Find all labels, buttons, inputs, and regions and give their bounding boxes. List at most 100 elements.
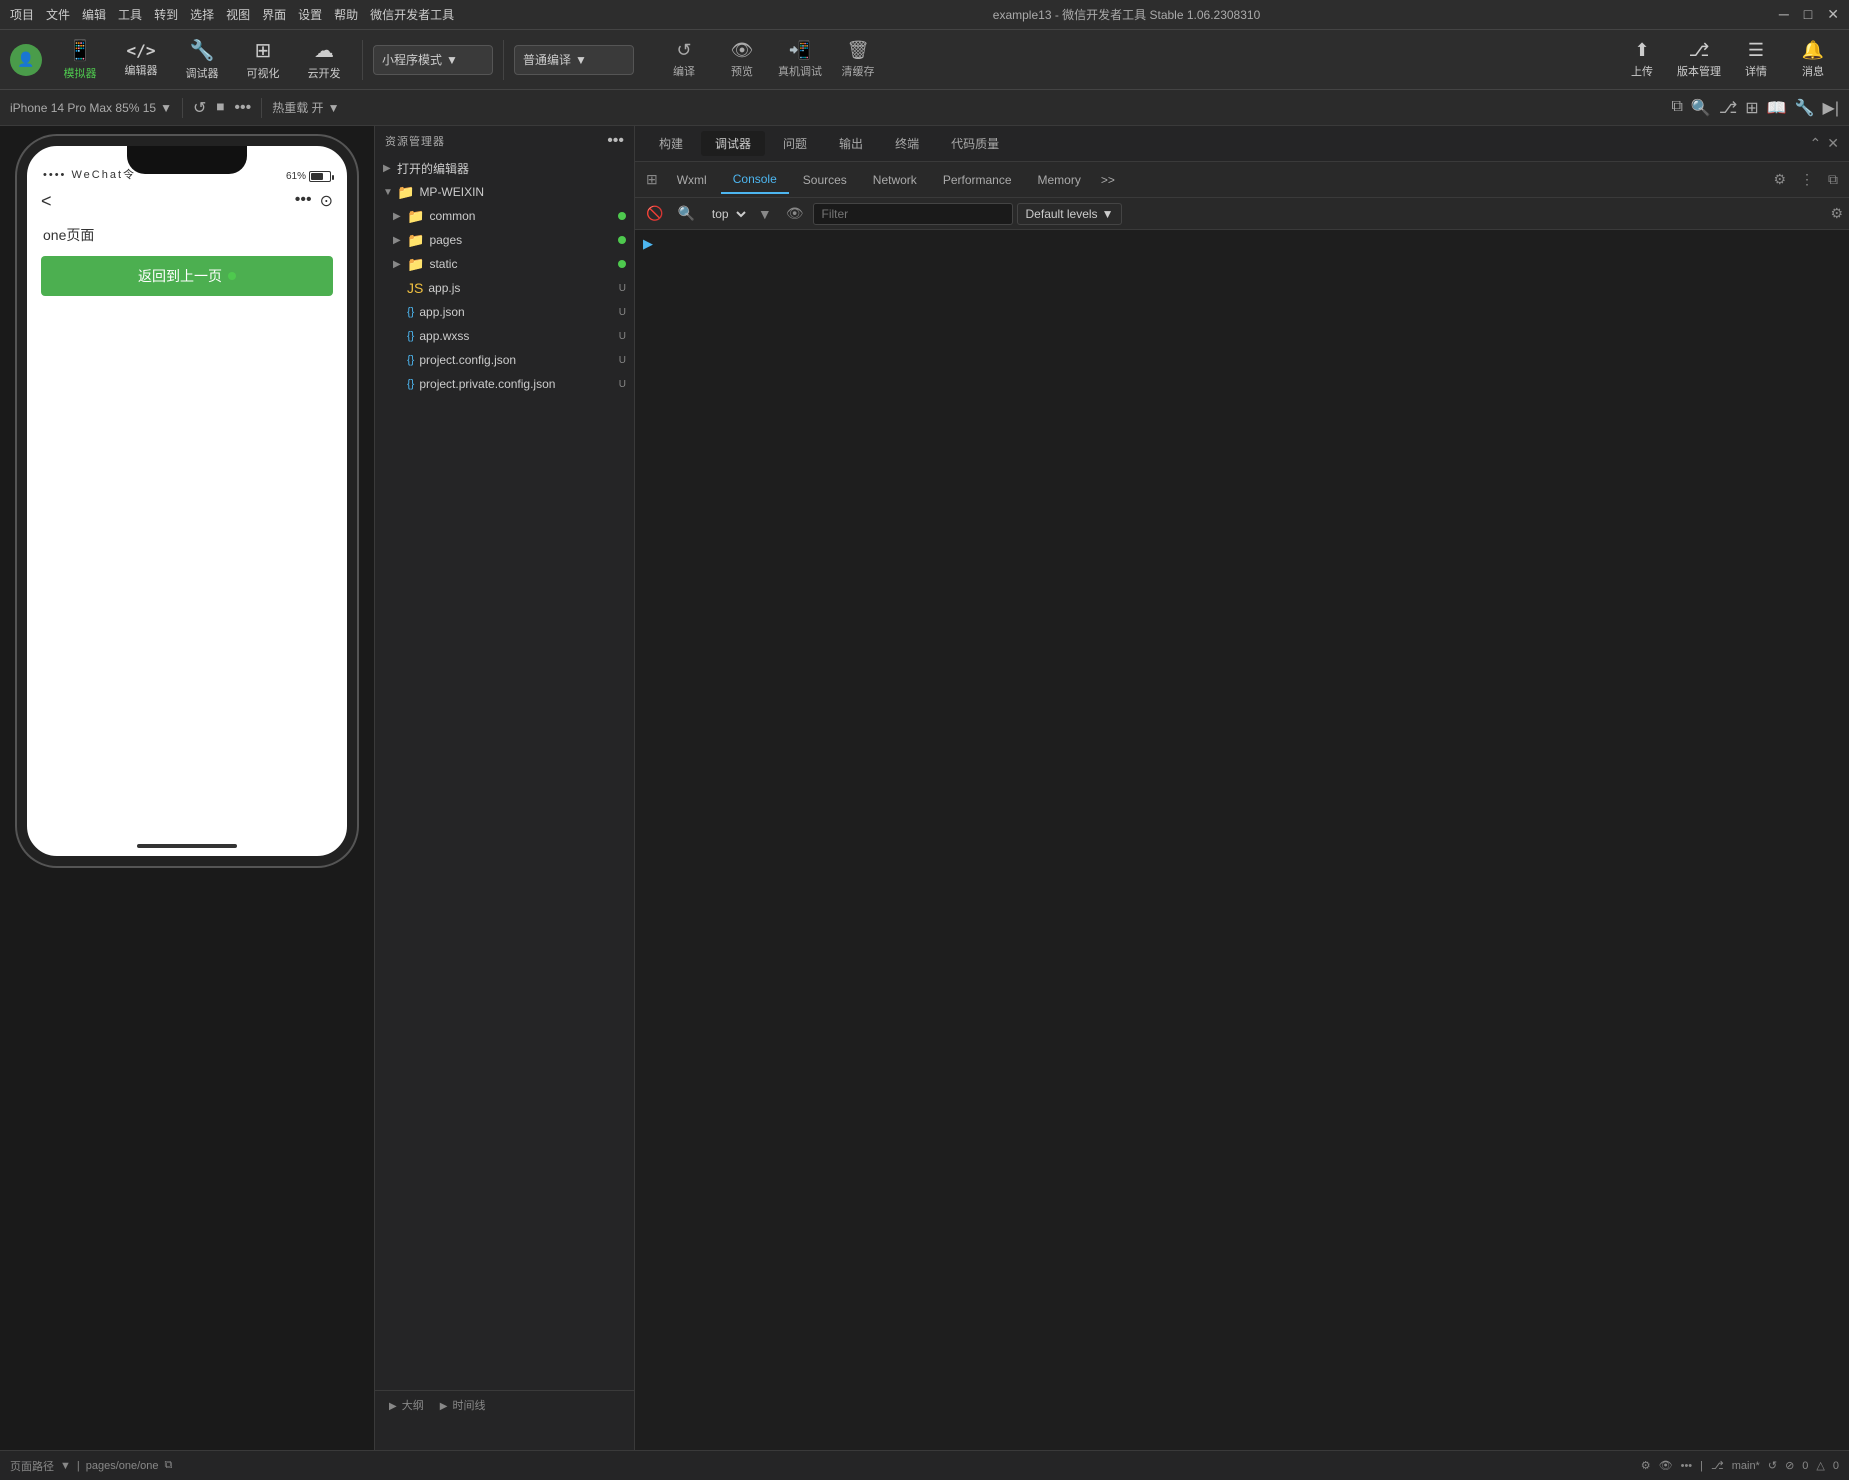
devtools-tab-memory[interactable]: Memory (1026, 166, 1093, 194)
editor-button[interactable]: </> 编辑器 (113, 33, 169, 87)
version-manage-button[interactable]: ⎇ 版本管理 (1673, 35, 1725, 85)
devtools-customize-icon[interactable]: ⋮ (1795, 168, 1819, 191)
hotreload-selector[interactable]: 热重载 开 ▼ (272, 99, 339, 116)
console-clear-icon[interactable]: 🚫 (641, 203, 668, 224)
app-js-file[interactable]: ▶ JS app.js U (375, 276, 634, 300)
debug-tab-output[interactable]: 输出 (825, 131, 877, 156)
explorer-menu-icon[interactable]: ••• (607, 132, 624, 150)
timeline-tab[interactable]: ▶ 时间线 (434, 1395, 492, 1415)
cloud-button[interactable]: ☁ 云开发 (296, 33, 352, 87)
mode-select[interactable]: 小程序模式 ▼ (373, 45, 493, 75)
console-filter-input[interactable] (813, 203, 1013, 225)
open-editors-section[interactable]: ▶ 打开的编辑器 (375, 156, 634, 180)
menu-ui[interactable]: 界面 (262, 6, 286, 23)
menu-view[interactable]: 视图 (226, 6, 250, 23)
tools-icon[interactable]: 🔧 (1795, 98, 1815, 118)
eye-visibility-icon[interactable]: 👁 (1659, 1459, 1673, 1472)
menu-edit[interactable]: 编辑 (82, 6, 106, 23)
menu-file[interactable]: 文件 (46, 6, 70, 23)
context-dropdown[interactable]: top (704, 204, 749, 224)
phone-more-icon[interactable]: ••• (295, 191, 312, 211)
window-controls[interactable]: ─ □ ✕ (1779, 6, 1839, 23)
subtitle-reload-icon[interactable]: ↺ (193, 98, 206, 118)
mode-arrow-icon: ▼ (446, 53, 458, 67)
console-prompt[interactable]: ▶ (643, 236, 653, 251)
outline-tab[interactable]: ▶ 大纲 (383, 1395, 430, 1415)
compile-button[interactable]: ↺ 编译 (659, 40, 709, 79)
project-config-file[interactable]: ▶ {} project.config.json U (375, 348, 634, 372)
search-icon[interactable]: 🔍 (1691, 98, 1711, 118)
static-folder[interactable]: ▶ 📁 static (375, 252, 634, 276)
common-folder[interactable]: ▶ 📁 common (375, 204, 634, 228)
devtools-dock-icon[interactable]: ⊞ (641, 168, 663, 191)
copy-path-icon[interactable]: ⧉ (165, 1459, 173, 1472)
right-arrow-icon[interactable]: ▶| (1823, 98, 1839, 118)
minimize-button[interactable]: ─ (1779, 6, 1789, 23)
log-levels-dropdown[interactable]: Default levels ▼ (1017, 203, 1123, 225)
app-json-file[interactable]: ▶ {} app.json U (375, 300, 634, 324)
branch-icon[interactable]: ⎇ (1719, 98, 1737, 118)
debugger-button[interactable]: 🔧 调试器 (174, 33, 230, 87)
menu-wechat-devtools[interactable]: 微信开发者工具 (370, 6, 454, 23)
devtools-tab-network[interactable]: Network (861, 166, 929, 194)
real-device-button[interactable]: 📲 真机调试 (775, 40, 825, 79)
console-settings-icon[interactable]: ⚙ (1830, 205, 1843, 222)
eye-icon[interactable]: 👁 (781, 203, 809, 224)
debug-tab-problems[interactable]: 问题 (769, 131, 821, 156)
root-folder-icon: 📁 (397, 184, 414, 201)
messages-button[interactable]: 🔔 消息 (1787, 35, 1839, 85)
debug-tab-terminal[interactable]: 终端 (881, 131, 933, 156)
devtools-tab-console[interactable]: Console (721, 166, 789, 194)
mode-label: 小程序模式 (382, 51, 442, 68)
console-filter-icon[interactable]: 🔍 (672, 203, 699, 224)
menu-tool[interactable]: 工具 (118, 6, 142, 23)
context-arrow-icon[interactable]: ▼ (753, 204, 777, 224)
root-folder[interactable]: ▼ 📁 MP-WEIXIN (375, 180, 634, 204)
devtools-detach-icon[interactable]: ⧉ (1823, 168, 1843, 191)
settings-icon[interactable]: ⚙ (1641, 1459, 1651, 1472)
simulator-panel: •••• WeChat令 61% < ••• ⊙ one页面 (0, 126, 375, 1450)
phone-back-icon[interactable]: < (41, 191, 52, 212)
app-wxss-file[interactable]: ▶ {} app.wxss U (375, 324, 634, 348)
pages-folder[interactable]: ▶ 📁 pages (375, 228, 634, 252)
bottom-more-icon[interactable]: ••• (1681, 1460, 1693, 1472)
debug-close-icon[interactable]: ✕ (1827, 135, 1839, 152)
log-levels-label: Default levels (1026, 207, 1098, 221)
debug-tab-build[interactable]: 构建 (645, 131, 697, 156)
project-private-config-file[interactable]: ▶ {} project.private.config.json U (375, 372, 634, 396)
debug-tab-quality[interactable]: 代码质量 (937, 131, 1013, 156)
menu-settings[interactable]: 设置 (298, 6, 322, 23)
devtools-more-tabs-icon[interactable]: >> (1095, 173, 1121, 187)
phone-record-icon[interactable]: ⊙ (320, 191, 333, 211)
device-selector[interactable]: iPhone 14 Pro Max 85% 15 ▼ (10, 101, 172, 115)
clear-cache-button[interactable]: 🗑 清缓存 (833, 40, 883, 79)
menu-bar[interactable]: 项目 文件 编辑 工具 转到 选择 视图 界面 设置 帮助 微信开发者工具 (10, 6, 454, 23)
subtitle-more-icon[interactable]: ••• (234, 99, 251, 117)
preview-button[interactable]: 👁 预览 (717, 40, 767, 79)
book-icon[interactable]: 📖 (1767, 98, 1787, 118)
layout-icon[interactable]: ⊞ (1745, 98, 1758, 118)
simulator-button[interactable]: 📱 模拟器 (52, 33, 108, 87)
debug-minimize-icon[interactable]: ⌃ (1810, 135, 1822, 152)
compile-select[interactable]: 普通编译 ▼ (514, 45, 634, 75)
devtools-tab-wxml[interactable]: Wxml (665, 166, 719, 194)
devtools-tab-sources[interactable]: Sources (791, 166, 859, 194)
menu-select[interactable]: 选择 (190, 6, 214, 23)
cloud-label: 云开发 (308, 65, 341, 81)
debug-tab-debugger[interactable]: 调试器 (701, 131, 765, 156)
menu-goto[interactable]: 转到 (154, 6, 178, 23)
menu-help[interactable]: 帮助 (334, 6, 358, 23)
menu-project[interactable]: 项目 (10, 6, 34, 23)
details-button[interactable]: ☰ 详情 (1730, 35, 1782, 85)
user-avatar[interactable]: 👤 (10, 44, 42, 76)
sync-icon[interactable]: ↺ (1768, 1459, 1777, 1472)
visual-button[interactable]: ⊞ 可视化 (235, 33, 291, 87)
copy-icon[interactable]: ⧉ (1671, 98, 1682, 118)
devtools-settings-icon[interactable]: ⚙ (1768, 168, 1791, 191)
maximize-button[interactable]: □ (1804, 6, 1812, 23)
phone-back-button[interactable]: 返回到上一页 (41, 256, 333, 296)
upload-button[interactable]: ⬆ 上传 (1616, 35, 1668, 85)
subtitle-stop-icon[interactable]: ⏹ (216, 99, 224, 117)
devtools-tab-performance[interactable]: Performance (931, 166, 1024, 194)
close-button[interactable]: ✕ (1827, 6, 1839, 23)
